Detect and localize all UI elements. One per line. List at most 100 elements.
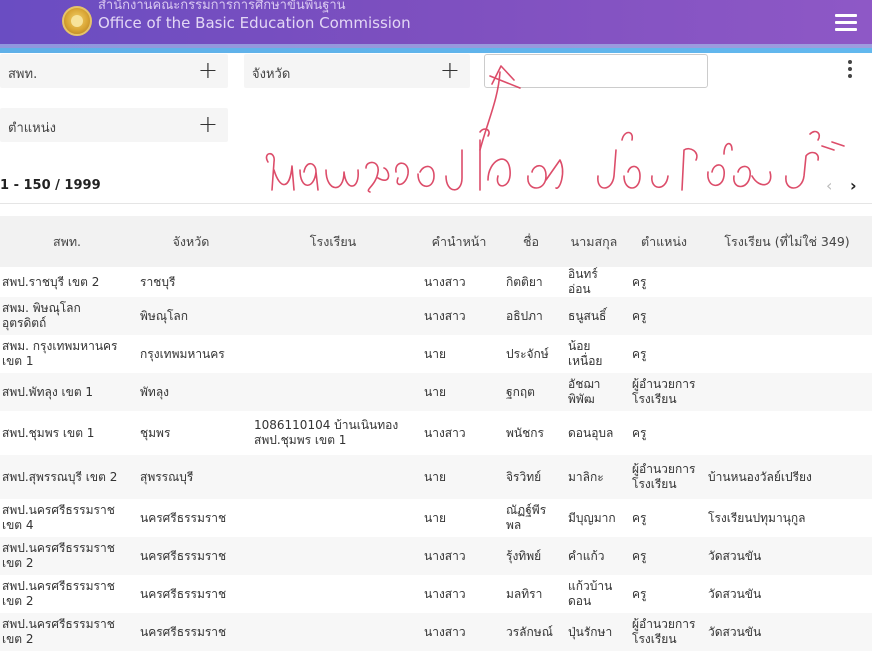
cell-position: ครู (626, 411, 702, 455)
table-row[interactable]: สพม. กรุงเทพมหานคร เขต 1 กรุงเทพมหานคร นาย… (0, 335, 872, 373)
cell-district: สพป.นครศรีธรรมราช เขต 4 (0, 499, 134, 537)
cell-province: สุพรรณบุรี (134, 455, 248, 499)
prev-page-button[interactable]: ‹ (826, 176, 832, 195)
table-row[interactable]: สพป.นครศรีธรรมราช เขต 2 นครศรีธรรมราช นางส… (0, 537, 872, 575)
col-header-prefix[interactable]: คำนำหน้า (418, 216, 500, 267)
position-filter[interactable]: ตำแหน่ง + (0, 108, 228, 142)
cell-first-name: ณัฏฐ์พีรพล (500, 499, 562, 537)
cell-first-name: อธิปภา (500, 297, 562, 335)
col-header-position[interactable]: ตำแหน่ง (626, 216, 702, 267)
cell-last-name: ปุ่นรักษา (562, 613, 626, 651)
col-header-province[interactable]: จังหวัด (134, 216, 248, 267)
obec-logo-icon (62, 6, 92, 36)
cell-district: สพป.พัทลุง เขต 1 (0, 373, 134, 411)
cell-other-school: วัดสวนขัน (702, 575, 872, 613)
district-add-icon[interactable]: + (198, 56, 218, 84)
table-row[interactable]: สพม. พิษณุโลก อุตรดิตถ์ พิษณุโลก นางสาว อธิ… (0, 297, 872, 335)
col-header-school[interactable]: โรงเรียน (248, 216, 418, 267)
cell-district: สพป.ราชบุรี เขต 2 (0, 267, 134, 297)
cell-other-school: โรงเรียนปทุมานุกูล (702, 499, 872, 537)
cell-school (248, 537, 418, 575)
cell-school (248, 575, 418, 613)
cell-position: ผู้อำนวยการโรงเรียน (626, 455, 702, 499)
cell-district: สพม. กรุงเทพมหานคร เขต 1 (0, 335, 134, 373)
cell-prefix: นางสาว (418, 297, 500, 335)
org-name-english: Office of the Basic Education Commission (98, 14, 411, 32)
cell-school (248, 499, 418, 537)
province-filter[interactable]: จังหวัด + (244, 54, 470, 88)
cell-other-school: บ้านหนองวัลย์เปรียง (702, 455, 872, 499)
province-add-icon[interactable]: + (440, 56, 460, 84)
cell-district: สพป.นครศรีธรรมราช เขต 2 (0, 613, 134, 651)
cell-school (248, 455, 418, 499)
col-header-first-name[interactable]: ชื่อ (500, 216, 562, 267)
cell-first-name: มลทิรา (500, 575, 562, 613)
header-accent-stripe (0, 48, 872, 53)
divider (0, 203, 872, 204)
cell-first-name: พนัชกร (500, 411, 562, 455)
cell-position: ครู (626, 297, 702, 335)
cell-district: สพป.นครศรีธรรมราช เขต 2 (0, 575, 134, 613)
cell-position: ผู้อำนวยการโรงเรียน (626, 373, 702, 411)
col-header-other-school[interactable]: โรงเรียน (ที่ไม่ใช่ 349) (702, 216, 872, 267)
more-options-icon[interactable] (846, 58, 854, 80)
cell-position: ครู (626, 499, 702, 537)
cell-school (248, 335, 418, 373)
cell-first-name: รุ้งทิพย์ (500, 537, 562, 575)
cell-other-school (702, 267, 872, 297)
cell-prefix: นาย (418, 455, 500, 499)
cell-province: นครศรีธรรมราช (134, 499, 248, 537)
cell-position: ครู (626, 575, 702, 613)
cell-province: ราชบุรี (134, 267, 248, 297)
cell-last-name: คำแก้ว (562, 537, 626, 575)
table-row[interactable]: สพป.นครศรีธรรมราช เขต 2 นครศรีธรรมราช นางส… (0, 613, 872, 651)
col-header-district[interactable]: สพท. (0, 216, 134, 267)
table-row[interactable]: สพป.สุพรรณบุรี เขต 2 สุพรรณบุรี นาย จิรวิทย… (0, 455, 872, 499)
cell-province: นครศรีธรรมราช (134, 613, 248, 651)
table-row[interactable]: สพป.พัทลุง เขต 1 พัทลุง นาย ฐกฤต อัชฌาพิพัฒผ… (0, 373, 872, 411)
cell-school (248, 297, 418, 335)
district-filter[interactable]: สพท. + (0, 54, 228, 88)
cell-first-name: ประจักษ์ (500, 335, 562, 373)
cell-first-name: จิรวิทย์ (500, 455, 562, 499)
cell-school (248, 613, 418, 651)
cell-first-name: ฐกฤต (500, 373, 562, 411)
district-filter-label: สพท. (8, 67, 38, 82)
cell-last-name: มาลิกะ (562, 455, 626, 499)
position-add-icon[interactable]: + (198, 110, 218, 138)
cell-school: 1086110104 บ้านเนินทอง สพป.ชุมพร เขต 1 (248, 411, 418, 455)
cell-province: พิษณุโลก (134, 297, 248, 335)
cell-prefix: นาย (418, 335, 500, 373)
table-row[interactable]: สพป.ชุมพร เขต 1 ชุมพร 1086110104 บ้านเนินท… (0, 411, 872, 455)
cell-other-school (702, 373, 872, 411)
search-input[interactable] (484, 54, 708, 88)
cell-province: นครศรีธรรมราช (134, 537, 248, 575)
cell-first-name: กิตติยา (500, 267, 562, 297)
cell-other-school (702, 335, 872, 373)
col-header-last-name[interactable]: นามสกุล (562, 216, 626, 267)
cell-last-name: ธนูสนธิ์ (562, 297, 626, 335)
cell-province: นครศรีธรรมราช (134, 575, 248, 613)
cell-school (248, 267, 418, 297)
cell-prefix: นางสาว (418, 267, 500, 297)
cell-prefix: นางสาว (418, 613, 500, 651)
cell-district: สพป.นครศรีธรรมราช เขต 2 (0, 537, 134, 575)
cell-prefix: นาย (418, 499, 500, 537)
cell-school (248, 373, 418, 411)
pagination-range: 1 - 150 / 1999 (0, 178, 101, 193)
table-row[interactable]: สพป.ราชบุรี เขต 2 ราชบุรี นางสาว กิตติยา อิน… (0, 267, 872, 297)
cell-position: ผู้อำนวยการโรงเรียน (626, 613, 702, 651)
cell-district: สพป.ชุมพร เขต 1 (0, 411, 134, 455)
cell-prefix: นางสาว (418, 575, 500, 613)
table-row[interactable]: สพป.นครศรีธรรมราช เขต 2 นครศรีธรรมราช นางส… (0, 575, 872, 613)
cell-prefix: นาย (418, 373, 500, 411)
cell-first-name: วรลักษณ์ (500, 613, 562, 651)
cell-last-name: น้อยเหนื่อย (562, 335, 626, 373)
next-page-button[interactable]: › (850, 176, 857, 195)
cell-last-name: มีบุญมาก (562, 499, 626, 537)
table-row[interactable]: สพป.นครศรีธรรมราช เขต 4 นครศรีธรรมราช นายณ… (0, 499, 872, 537)
cell-last-name: อัชฌาพิพัฒ (562, 373, 626, 411)
hamburger-menu-icon[interactable] (835, 14, 857, 32)
position-filter-label: ตำแหน่ง (8, 121, 56, 136)
table-header-row: สพท. จังหวัด โรงเรียน คำนำหน้า ชื่อ นามส… (0, 216, 872, 267)
